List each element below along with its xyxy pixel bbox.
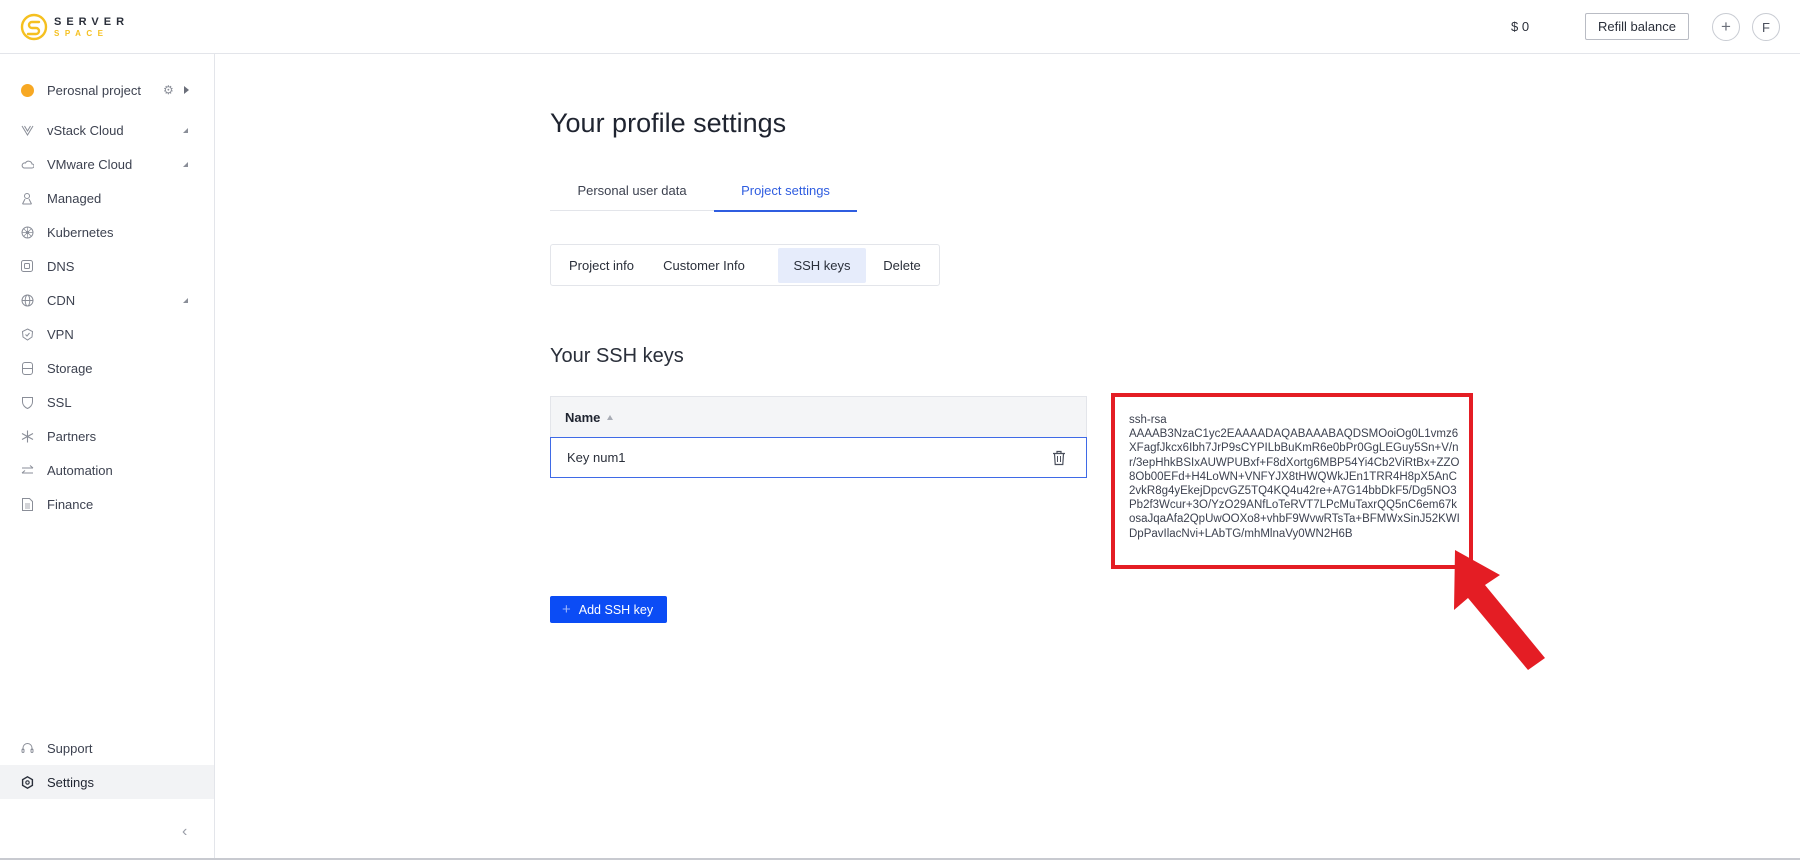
shield-check-icon — [20, 327, 34, 341]
kubernetes-icon — [20, 225, 34, 239]
subtab-customer-info[interactable]: Customer Info — [649, 248, 759, 283]
managed-icon — [20, 191, 34, 205]
brand-name-top: SERVER — [54, 15, 130, 28]
avatar-initial: F — [1762, 19, 1770, 35]
tab-personal-user-data[interactable]: Personal user data — [550, 170, 714, 211]
plus-icon: + — [1721, 17, 1731, 36]
subtab-delete[interactable]: Delete — [866, 248, 938, 283]
table-row[interactable]: Key num1 — [550, 437, 1087, 478]
sidebar-item-automation[interactable]: Automation — [0, 453, 214, 487]
serverspace-logo-icon — [20, 13, 48, 41]
sidebar-item-label: DNS — [47, 258, 75, 274]
ssh-key-name: Key num1 — [567, 450, 626, 465]
caret-right-icon[interactable] — [184, 86, 189, 94]
sidebar-item-kubernetes[interactable]: Kubernetes — [0, 215, 214, 249]
sidebar-item-vmware-cloud[interactable]: VMware Cloud — [0, 147, 214, 181]
section-title: Your SSH keys — [550, 345, 684, 367]
trash-icon[interactable] — [1052, 450, 1066, 466]
vstack-icon — [20, 123, 34, 137]
column-header-name[interactable]: Name — [550, 396, 1087, 437]
account-balance: $ 0 — [1511, 19, 1530, 34]
sidebar-item-label: Finance — [47, 496, 94, 512]
sidebar-item-label: Automation — [47, 462, 113, 478]
column-header-label: Name — [565, 409, 601, 425]
project-selector[interactable]: Perosnal project ⚙ — [0, 78, 214, 102]
sidebar-item-label: Storage — [47, 360, 93, 376]
sidebar-item-managed[interactable]: Managed — [0, 181, 214, 215]
sidebar-item-support[interactable]: Support — [0, 731, 214, 765]
snowflake-icon — [20, 429, 34, 443]
subtab-ssh-keys[interactable]: SSH keys — [778, 248, 866, 283]
project-dot-icon — [21, 83, 34, 97]
brand-name-bottom: SPACE — [54, 28, 109, 38]
sidebar-item-label: vStack Cloud — [47, 122, 124, 138]
expand-caret-icon — [183, 297, 188, 303]
sidebar-item-label: Managed — [47, 190, 102, 206]
refill-balance-button[interactable]: Refill balance — [1585, 13, 1689, 40]
sidebar-item-label: Support — [47, 740, 93, 756]
page-title: Your profile settings — [550, 108, 787, 138]
cloud-icon — [20, 157, 34, 171]
tab-project-settings[interactable]: Project settings — [714, 170, 857, 212]
project-name: Perosnal project — [47, 82, 141, 98]
database-icon — [20, 361, 34, 375]
chevron-left-icon[interactable]: ‹ — [182, 823, 187, 841]
sidebar-item-dns[interactable]: DNS — [0, 249, 214, 283]
sidebar-item-label: VPN — [47, 326, 74, 342]
brand-logo[interactable]: SERVER SPACE — [20, 13, 129, 41]
sidebar-item-label: Kubernetes — [47, 224, 114, 240]
gear-icon — [20, 775, 34, 789]
sidebar-item-finance[interactable]: Finance — [0, 487, 214, 521]
sidebar-item-storage[interactable]: Storage — [0, 351, 214, 385]
arrows-swap-icon — [20, 463, 34, 477]
top-header: SERVER SPACE $ 0 Refill balance + F — [0, 0, 1800, 54]
add-ssh-key-button[interactable]: + Add SSH key — [550, 596, 667, 623]
sort-ascending-icon — [607, 414, 614, 420]
sidebar-item-vstack-cloud[interactable]: vStack Cloud — [0, 113, 214, 147]
expand-caret-icon — [183, 161, 188, 167]
ssh-public-key-text[interactable]: ssh-rsa AAAAB3NzaC1yc2EAAAADAQABAAABAQDS… — [1129, 413, 1461, 541]
sidebar-item-label: CDN — [47, 292, 76, 308]
create-button[interactable]: + — [1712, 13, 1740, 41]
sidebar-item-label: VMware Cloud — [47, 156, 133, 172]
sidebar-item-vpn[interactable]: VPN — [0, 317, 214, 351]
add-ssh-key-label: Add SSH key — [578, 602, 654, 617]
dns-icon — [20, 259, 34, 273]
expand-caret-icon — [183, 127, 188, 133]
settings-tabs: Personal user data Project settings — [550, 170, 857, 212]
sidebar-item-ssl[interactable]: SSL — [0, 385, 214, 419]
sidebar-item-partners[interactable]: Partners — [0, 419, 214, 453]
project-settings-subtabs: Project info Customer Info SSH keys Dele… — [550, 244, 940, 286]
sidebar-item-label: Settings — [47, 774, 94, 790]
subtab-project-info[interactable]: Project info — [554, 248, 649, 283]
ssh-key-value-highlight: ssh-rsa AAAAB3NzaC1yc2EAAAADAQABAAABAQDS… — [1111, 393, 1473, 569]
user-avatar-button[interactable]: F — [1752, 13, 1780, 41]
sidebar: Perosnal project ⚙ vStack Cloud VMware C… — [0, 54, 215, 860]
sidebar-item-label: Partners — [47, 428, 97, 444]
plus-icon: + — [562, 601, 571, 618]
headset-icon — [20, 741, 34, 755]
shield-icon — [20, 395, 34, 409]
project-settings-gear-icon[interactable]: ⚙ — [163, 83, 174, 97]
sidebar-item-settings[interactable]: Settings — [0, 765, 214, 799]
sidebar-item-cdn[interactable]: CDN — [0, 283, 214, 317]
red-arrow-annotation — [1454, 550, 1545, 670]
ssh-keys-table: Name Key num1 — [550, 396, 1087, 478]
sidebar-item-label: SSL — [47, 394, 72, 410]
document-icon — [20, 497, 34, 511]
globe-icon — [20, 293, 34, 307]
